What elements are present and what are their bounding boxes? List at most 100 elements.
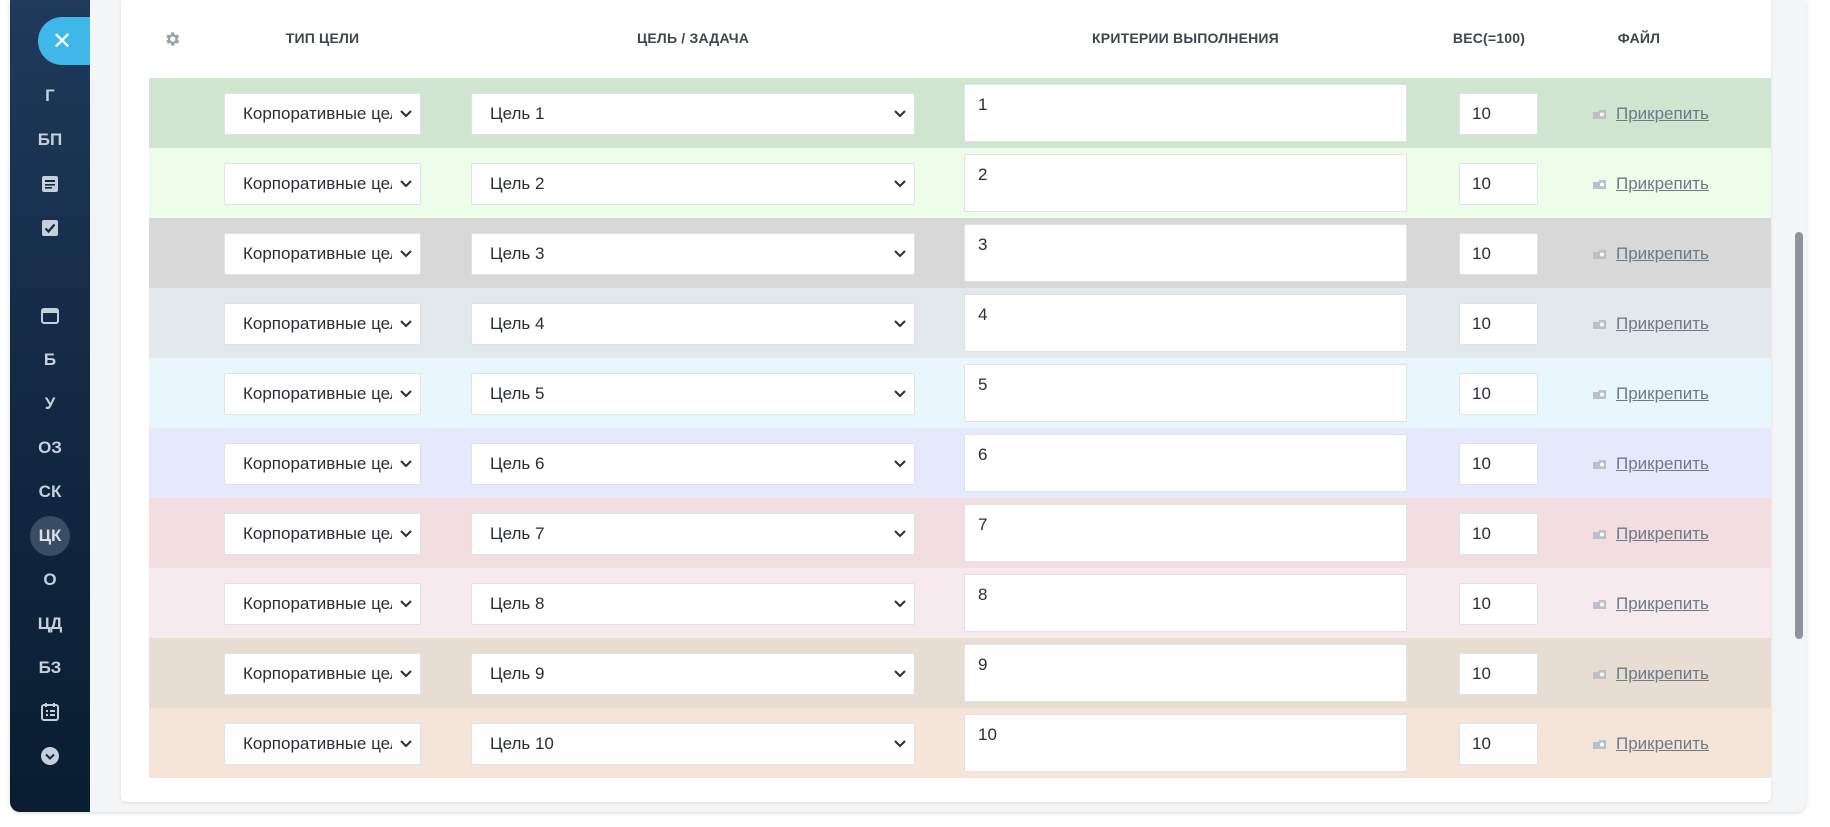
weight-input[interactable]: 10 <box>1459 513 1538 555</box>
attach-file-link[interactable]: Прикрепить <box>1592 242 1709 266</box>
close-sidebar-button[interactable]: ✕ <box>38 17 90 65</box>
weight-input[interactable]: 10 <box>1459 653 1538 695</box>
attach-file-label: Прикрепить <box>1616 594 1709 613</box>
criteria-textarea[interactable]: 3 <box>964 224 1407 282</box>
attach-file-link[interactable]: Прикрепить <box>1592 382 1709 406</box>
weight-input[interactable]: 10 <box>1459 373 1538 415</box>
chevron-down-icon <box>392 600 420 608</box>
goal-select[interactable]: Цель 5 <box>471 373 915 415</box>
criteria-textarea[interactable]: 8 <box>964 574 1407 632</box>
goal-select[interactable]: Цель 8 <box>471 583 915 625</box>
weight-input[interactable]: 10 <box>1459 723 1538 765</box>
sidebar-item-6[interactable]: У <box>10 385 90 423</box>
sidebar-item-8[interactable]: СК <box>10 473 90 511</box>
sidebar-item-newspaper[interactable] <box>10 165 90 203</box>
camera-icon <box>1592 737 1608 751</box>
goal-type-select[interactable]: Корпоративные цели <box>224 723 421 765</box>
attach-file-link[interactable]: Прикрепить <box>1592 312 1709 336</box>
table-row: Корпоративные цели Цель 4 4 10 Прикрепить <box>149 288 1771 358</box>
sidebar-item-9[interactable]: ЦК <box>10 516 90 556</box>
weight-input[interactable]: 10 <box>1459 303 1538 345</box>
table-header: ТИП ЦЕЛИ ЦЕЛЬ / ЗАДАЧА КРИТЕРИИ ВЫПОЛНЕН… <box>139 0 1771 80</box>
goal-type-select[interactable]: Корпоративные цели <box>224 583 421 625</box>
attach-file-link[interactable]: Прикрепить <box>1592 102 1709 126</box>
goal-type-select[interactable]: Корпоративные цели <box>224 443 421 485</box>
camera-icon <box>1592 457 1608 471</box>
goal-type-select[interactable]: Корпоративные цели <box>224 513 421 555</box>
chevron-down-icon <box>392 320 420 328</box>
table-row: Корпоративные цели Цель 3 3 10 Прикрепить <box>149 218 1771 288</box>
goal-type-select[interactable]: Корпоративные цели <box>224 233 421 275</box>
chevron-down-icon <box>392 740 420 748</box>
criteria-textarea[interactable]: 7 <box>964 504 1407 562</box>
chevron-down-icon <box>886 530 914 538</box>
chevron-down-icon <box>886 670 914 678</box>
sidebar-item-12[interactable]: БЗ <box>10 649 90 687</box>
sidebar-item-7[interactable]: ОЗ <box>10 429 90 467</box>
criteria-textarea[interactable]: 10 <box>964 714 1407 772</box>
sidebar-item-checkbox[interactable] <box>10 209 90 247</box>
goal-type-select[interactable]: Корпоративные цели <box>224 303 421 345</box>
attach-file-link[interactable]: Прикрепить <box>1592 592 1709 616</box>
chevron-down-icon <box>886 110 914 118</box>
goal-value: Цель 9 <box>490 664 545 683</box>
table-row: Корпоративные цели Цель 5 5 10 Прикрепить <box>149 358 1771 428</box>
attach-file-link[interactable]: Прикрепить <box>1592 732 1709 756</box>
close-icon: ✕ <box>51 27 73 55</box>
sidebar-item-0[interactable]: Г <box>10 77 90 115</box>
gear-icon[interactable] <box>163 30 183 50</box>
goal-value: Цель 4 <box>490 314 545 333</box>
sidebar-item-label: Б <box>43 350 57 369</box>
attach-file-link[interactable]: Прикрепить <box>1592 452 1709 476</box>
criteria-textarea[interactable]: 6 <box>964 434 1407 492</box>
criteria-textarea[interactable]: 4 <box>964 294 1407 352</box>
weight-input[interactable]: 10 <box>1459 443 1538 485</box>
camera-icon <box>1592 387 1608 401</box>
criteria-textarea[interactable]: 5 <box>964 364 1407 422</box>
goal-type-select[interactable]: Корпоративные цели <box>224 653 421 695</box>
weight-input[interactable]: 10 <box>1459 233 1538 275</box>
table-row: Корпоративные цели Цель 10 10 10 Прикрепить <box>149 708 1771 778</box>
sidebar-item-window[interactable] <box>10 297 90 335</box>
goal-type-select[interactable]: Корпоративные цели <box>224 163 421 205</box>
goal-select[interactable]: Цель 4 <box>471 303 915 345</box>
goal-select[interactable]: Цель 9 <box>471 653 915 695</box>
goal-type-select[interactable]: Корпоративные цели <box>224 93 421 135</box>
goal-select[interactable]: Цель 1 <box>471 93 915 135</box>
goal-value: Цель 10 <box>490 734 554 753</box>
chevron-down-icon <box>886 600 914 608</box>
attach-file-link[interactable]: Прикрепить <box>1592 662 1709 686</box>
criteria-textarea[interactable]: 1 <box>964 84 1407 142</box>
goal-select[interactable]: Цель 3 <box>471 233 915 275</box>
weight-input[interactable]: 10 <box>1459 163 1538 205</box>
goal-select[interactable]: Цель 7 <box>471 513 915 555</box>
goal-type-value: Корпоративные цели <box>243 594 392 613</box>
attach-file-link[interactable]: Прикрепить <box>1592 522 1709 546</box>
chevron-down-icon <box>392 250 420 258</box>
goal-value: Цель 1 <box>490 104 545 123</box>
sidebar-item-11[interactable]: ЦД <box>10 605 90 643</box>
goal-select[interactable]: Цель 2 <box>471 163 915 205</box>
attach-file-link[interactable]: Прикрепить <box>1592 172 1709 196</box>
column-header-type: ТИП ЦЕЛИ <box>285 30 360 46</box>
criteria-textarea[interactable]: 9 <box>964 644 1407 702</box>
attach-file-label: Прикрепить <box>1616 174 1709 193</box>
goal-select[interactable]: Цель 6 <box>471 443 915 485</box>
scrollbar-thumb[interactable] <box>1795 232 1803 639</box>
window-icon <box>40 306 60 326</box>
sidebar-item-calendar-list[interactable] <box>10 693 90 731</box>
criteria-textarea[interactable]: 2 <box>964 154 1407 212</box>
chevron-down-icon <box>392 110 420 118</box>
sidebar-item-5[interactable]: Б <box>10 341 90 379</box>
weight-input[interactable]: 10 <box>1459 93 1538 135</box>
weight-input[interactable]: 10 <box>1459 583 1538 625</box>
sidebar-item-10[interactable]: О <box>10 561 90 599</box>
sidebar-item-chevron-down-circle[interactable] <box>10 737 90 775</box>
sidebar-item-label: О <box>43 570 57 589</box>
goal-select[interactable]: Цель 10 <box>471 723 915 765</box>
goal-value: Цель 8 <box>490 594 545 613</box>
chevron-down-icon <box>392 670 420 678</box>
goal-value: Цель 5 <box>490 384 545 403</box>
sidebar-item-1[interactable]: БП <box>10 121 90 159</box>
goal-type-select[interactable]: Корпоративные цели <box>224 373 421 415</box>
